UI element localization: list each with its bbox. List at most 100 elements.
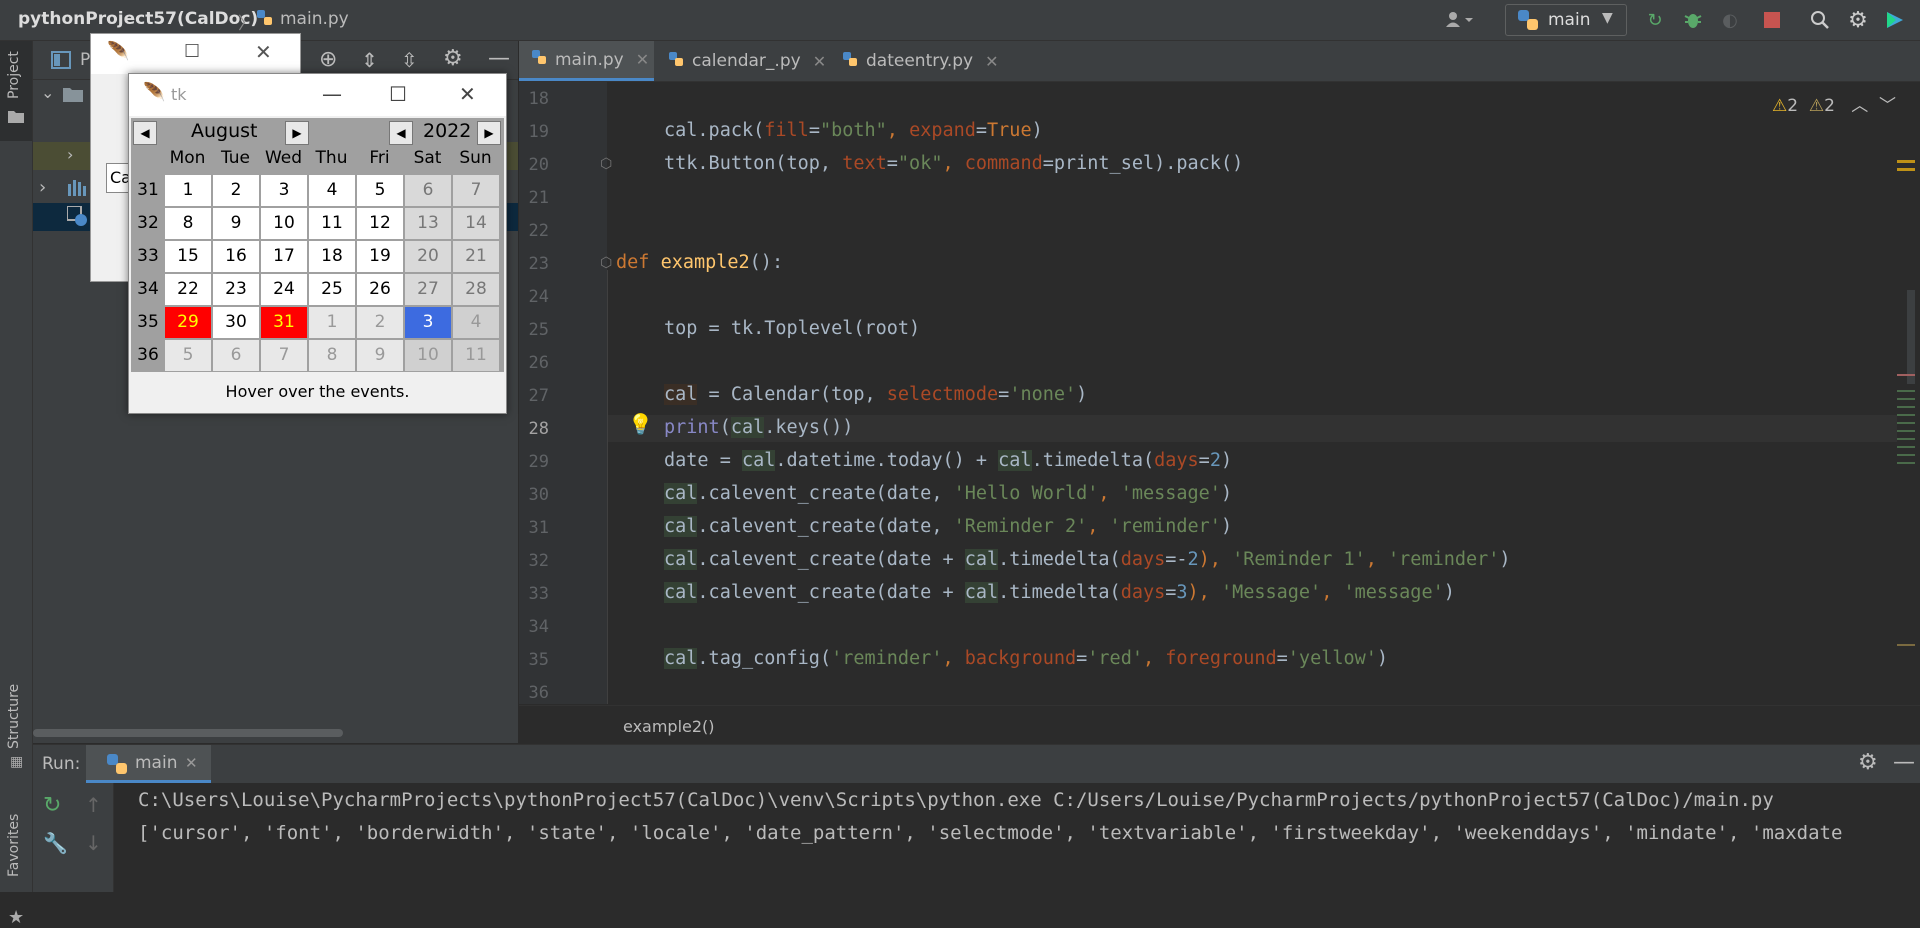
stop-icon[interactable] [1760,8,1784,32]
chevron-down-icon[interactable]: ⌄ [41,83,54,102]
project-view-label[interactable]: P [80,50,90,70]
chevron-right-icon[interactable]: › [39,177,46,198]
tab-dateentry-py[interactable]: dateentry.py ✕ [828,41,999,81]
calendar-day[interactable]: 11 [453,340,499,371]
calendar-day[interactable]: 8 [165,208,211,239]
locate-icon[interactable]: ⊕ [319,47,337,72]
tab-main-py[interactable]: main.py ✕ [519,41,654,81]
inspection-widget[interactable]: ⚠2 ⚠2 ︿ ﹀ [1772,91,1896,116]
horizontal-scrollbar[interactable] [33,729,343,737]
prev-year-button[interactable]: ◀ [389,121,413,145]
calendar-day[interactable]: 30 [213,307,259,338]
code-line-25[interactable]: top = tk.Toplevel(root) [664,318,920,339]
editor-scrollbar[interactable] [1897,82,1920,704]
gear-icon[interactable]: ⚙ [443,46,463,71]
calendar-day-event[interactable]: 31 [261,307,307,338]
calendar-day[interactable]: 24 [261,274,307,305]
maximize-icon[interactable]: ☐ [389,82,407,106]
fold-marker-icon[interactable]: ⬡ [600,156,612,172]
file-breadcrumb[interactable]: main.py [280,9,349,29]
tab-calendar-py[interactable]: calendar_.py ✕ [656,41,826,81]
warning-marker[interactable] [1897,160,1915,163]
run-configuration-select[interactable]: main ▼ [1505,4,1627,36]
calendar-day[interactable]: 14 [453,208,499,239]
calendar-day[interactable]: 11 [309,208,355,239]
calendar-day[interactable]: 27 [405,274,451,305]
calendar-day[interactable]: 2 [357,307,403,338]
fold-marker-icon[interactable]: ⬡ [600,255,612,271]
close-icon[interactable]: ✕ [255,40,272,64]
calendar-day[interactable]: 7 [261,340,307,371]
code-line-35[interactable]: cal.tag_config('reminder', background='r… [664,648,1388,669]
code-with-me-icon[interactable] [1883,8,1907,32]
collapse-all-icon[interactable]: ⇳ [401,48,418,72]
calendar-day[interactable]: 23 [213,274,259,305]
code-line-23[interactable]: def example2(): [616,252,783,273]
calendar-day[interactable]: 8 [309,340,355,371]
project-breadcrumb[interactable]: pythonProject57(CalDoc) [18,9,258,29]
code-line-33[interactable]: cal.calevent_create(date + cal.timedelta… [664,582,1455,603]
calendar-day[interactable]: 18 [309,241,355,272]
calendar-day[interactable]: 6 [213,340,259,371]
calendar-day[interactable]: 5 [357,175,403,206]
expand-all-icon[interactable]: ⇕ [361,48,378,72]
calendar-day[interactable]: 1 [165,175,211,206]
maximize-icon[interactable]: ☐ [184,41,200,62]
calendar-day[interactable]: 28 [453,274,499,305]
code-line-32[interactable]: cal.calevent_create(date + cal.timedelta… [664,549,1511,570]
calendar-day-event-message[interactable]: 3 [405,307,451,338]
calendar-day[interactable]: 26 [357,274,403,305]
calendar-day[interactable]: 20 [405,241,451,272]
warning-marker[interactable] [1897,168,1915,171]
minimize-icon[interactable]: — [322,82,342,106]
calendar-day[interactable]: 9 [357,340,403,371]
calendar-day[interactable]: 6 [405,175,451,206]
calendar-day[interactable]: 1 [309,307,355,338]
wrench-icon[interactable]: 🔧 [43,831,68,855]
calendar-day[interactable]: 2 [213,175,259,206]
rerun-icon[interactable]: ↻ [1643,8,1667,32]
project-tool-button[interactable]: Project [0,41,32,141]
calendar-day[interactable]: 21 [453,241,499,272]
arrow-up-icon[interactable]: ↑ [85,793,102,817]
close-icon[interactable]: ✕ [985,52,998,71]
gear-icon[interactable]: ⚙ [1858,750,1878,775]
calendar-day[interactable]: 10 [405,340,451,371]
calendar-day-event[interactable]: 29 [165,307,211,338]
calendar-day[interactable]: 25 [309,274,355,305]
close-icon[interactable]: ✕ [185,754,198,772]
tk-calendar-window[interactable]: 🪶 tk — ☐ ✕ ◀ August ▶ ◀ 2022 ▶ Mon Tue W… [128,73,507,414]
close-icon[interactable]: ✕ [813,52,826,71]
debug-icon[interactable] [1681,8,1705,32]
code-line-28[interactable]: print(cal.keys()) [664,417,853,438]
run-tab-main[interactable]: main ✕ [86,745,211,783]
calendar-day[interactable]: 9 [213,208,259,239]
calendar-day[interactable]: 12 [357,208,403,239]
chevron-down-icon[interactable]: ﹀ [1879,96,1896,116]
tk-window-titlebar[interactable]: 🪶 tk — ☐ ✕ [129,74,506,116]
next-year-button[interactable]: ▶ [477,121,501,145]
structure-tool-label[interactable]: Structure [6,684,22,749]
chevron-right-icon[interactable]: › [67,145,73,164]
user-icon[interactable] [1440,8,1480,32]
calendar-day[interactable]: 10 [261,208,307,239]
rerun-icon[interactable]: ↻ [43,793,61,818]
gear-icon[interactable]: ⚙ [1846,8,1870,33]
calendar-day[interactable]: 22 [165,274,211,305]
calendar-day[interactable]: 19 [357,241,403,272]
code-line-27[interactable]: cal = Calendar(top, selectmode='none') [664,384,1087,405]
prev-month-button[interactable]: ◀ [133,121,157,145]
code-line-31[interactable]: cal.calevent_create(date, 'Reminder 2', … [664,516,1232,537]
code-line-19[interactable]: cal.pack(fill="both", expand=True) [664,120,1043,141]
calendar-day[interactable]: 15 [165,241,211,272]
chevron-up-icon[interactable]: ︿ [1851,96,1868,116]
calendar-day[interactable]: 7 [453,175,499,206]
favorites-tool-label[interactable]: Favorites [6,814,22,877]
calendar-day[interactable]: 13 [405,208,451,239]
calendar-day[interactable]: 5 [165,340,211,371]
code-line-29[interactable]: date = cal.datetime.today() + cal.timede… [664,450,1232,471]
calendar-day[interactable]: 16 [213,241,259,272]
close-icon[interactable]: ✕ [636,50,649,69]
code-line-30[interactable]: cal.calevent_create(date, 'Hello World',… [664,483,1232,504]
coverage-icon[interactable]: ◐ [1718,8,1742,32]
